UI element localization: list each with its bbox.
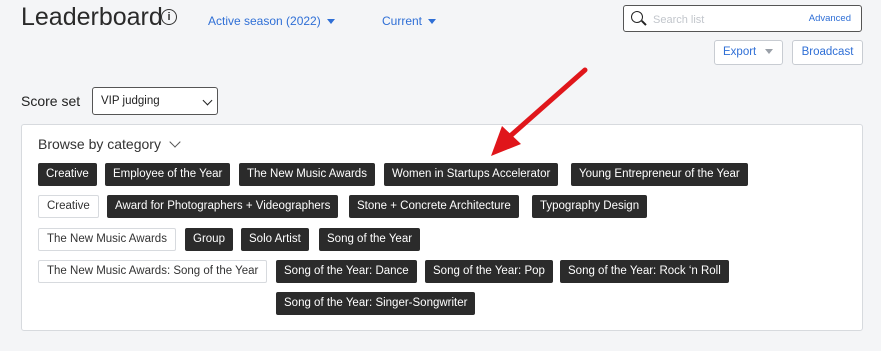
status-dropdown-label: Current: [382, 14, 423, 28]
chevron-down-icon: [428, 19, 437, 25]
score-set-label: Score set: [21, 93, 81, 109]
category-tag[interactable]: Solo Artist: [241, 228, 309, 251]
export-label: Export: [723, 46, 757, 58]
chevron-down-icon: [202, 95, 213, 106]
score-set-value: VIP judging: [101, 95, 160, 107]
category-tag[interactable]: Young Entrepreneur of the Year: [571, 163, 748, 186]
category-tag[interactable]: Stone + Concrete Architecture: [349, 195, 519, 218]
score-set-select[interactable]: VIP judging: [92, 87, 218, 115]
search-box: Advanced: [623, 5, 862, 32]
category-tag[interactable]: Creative: [38, 163, 97, 186]
season-dropdown-label: Active season (2022): [208, 14, 321, 28]
chevron-down-icon: [765, 49, 774, 55]
category-group-tag[interactable]: The New Music Awards: Song of the Year: [38, 260, 268, 283]
status-dropdown[interactable]: Current: [382, 14, 437, 28]
info-icon[interactable]: i: [161, 9, 177, 25]
category-tag[interactable]: Song of the Year: Rock ‘n Roll: [560, 260, 729, 283]
category-tag[interactable]: Song of the Year: Singer-Songwriter: [276, 292, 476, 315]
season-dropdown[interactable]: Active season (2022): [208, 14, 335, 28]
export-button[interactable]: Export: [714, 40, 783, 65]
advanced-search-link[interactable]: Advanced: [809, 13, 851, 24]
browse-title: Browse by category: [38, 136, 161, 152]
category-tag[interactable]: Group: [185, 228, 233, 251]
category-tag[interactable]: Song of the Year: [319, 228, 421, 251]
chevron-down-icon: [169, 136, 181, 148]
category-tag[interactable]: Women in Startups Accelerator: [384, 163, 559, 186]
search-icon: [631, 11, 643, 23]
browse-toggle[interactable]: Browse by category: [38, 136, 181, 152]
category-tag[interactable]: Award for Photographers + Videographers: [107, 195, 339, 218]
chevron-down-icon: [326, 19, 335, 25]
category-tag[interactable]: Song of the Year: Pop: [425, 260, 553, 283]
category-group-tag[interactable]: The New Music Awards: [38, 228, 176, 251]
category-tag[interactable]: The New Music Awards: [239, 163, 375, 186]
category-group-tag[interactable]: Creative: [38, 195, 99, 218]
category-tag[interactable]: Typography Design: [532, 195, 648, 218]
browse-panel: Browse by category Creative Employee of …: [21, 124, 863, 331]
search-input[interactable]: [651, 10, 795, 29]
category-tag[interactable]: Song of the Year: Dance: [276, 260, 417, 283]
category-tag[interactable]: Employee of the Year: [105, 163, 231, 186]
page-title: Leaderboard: [21, 3, 163, 31]
broadcast-button[interactable]: Broadcast: [792, 40, 863, 65]
